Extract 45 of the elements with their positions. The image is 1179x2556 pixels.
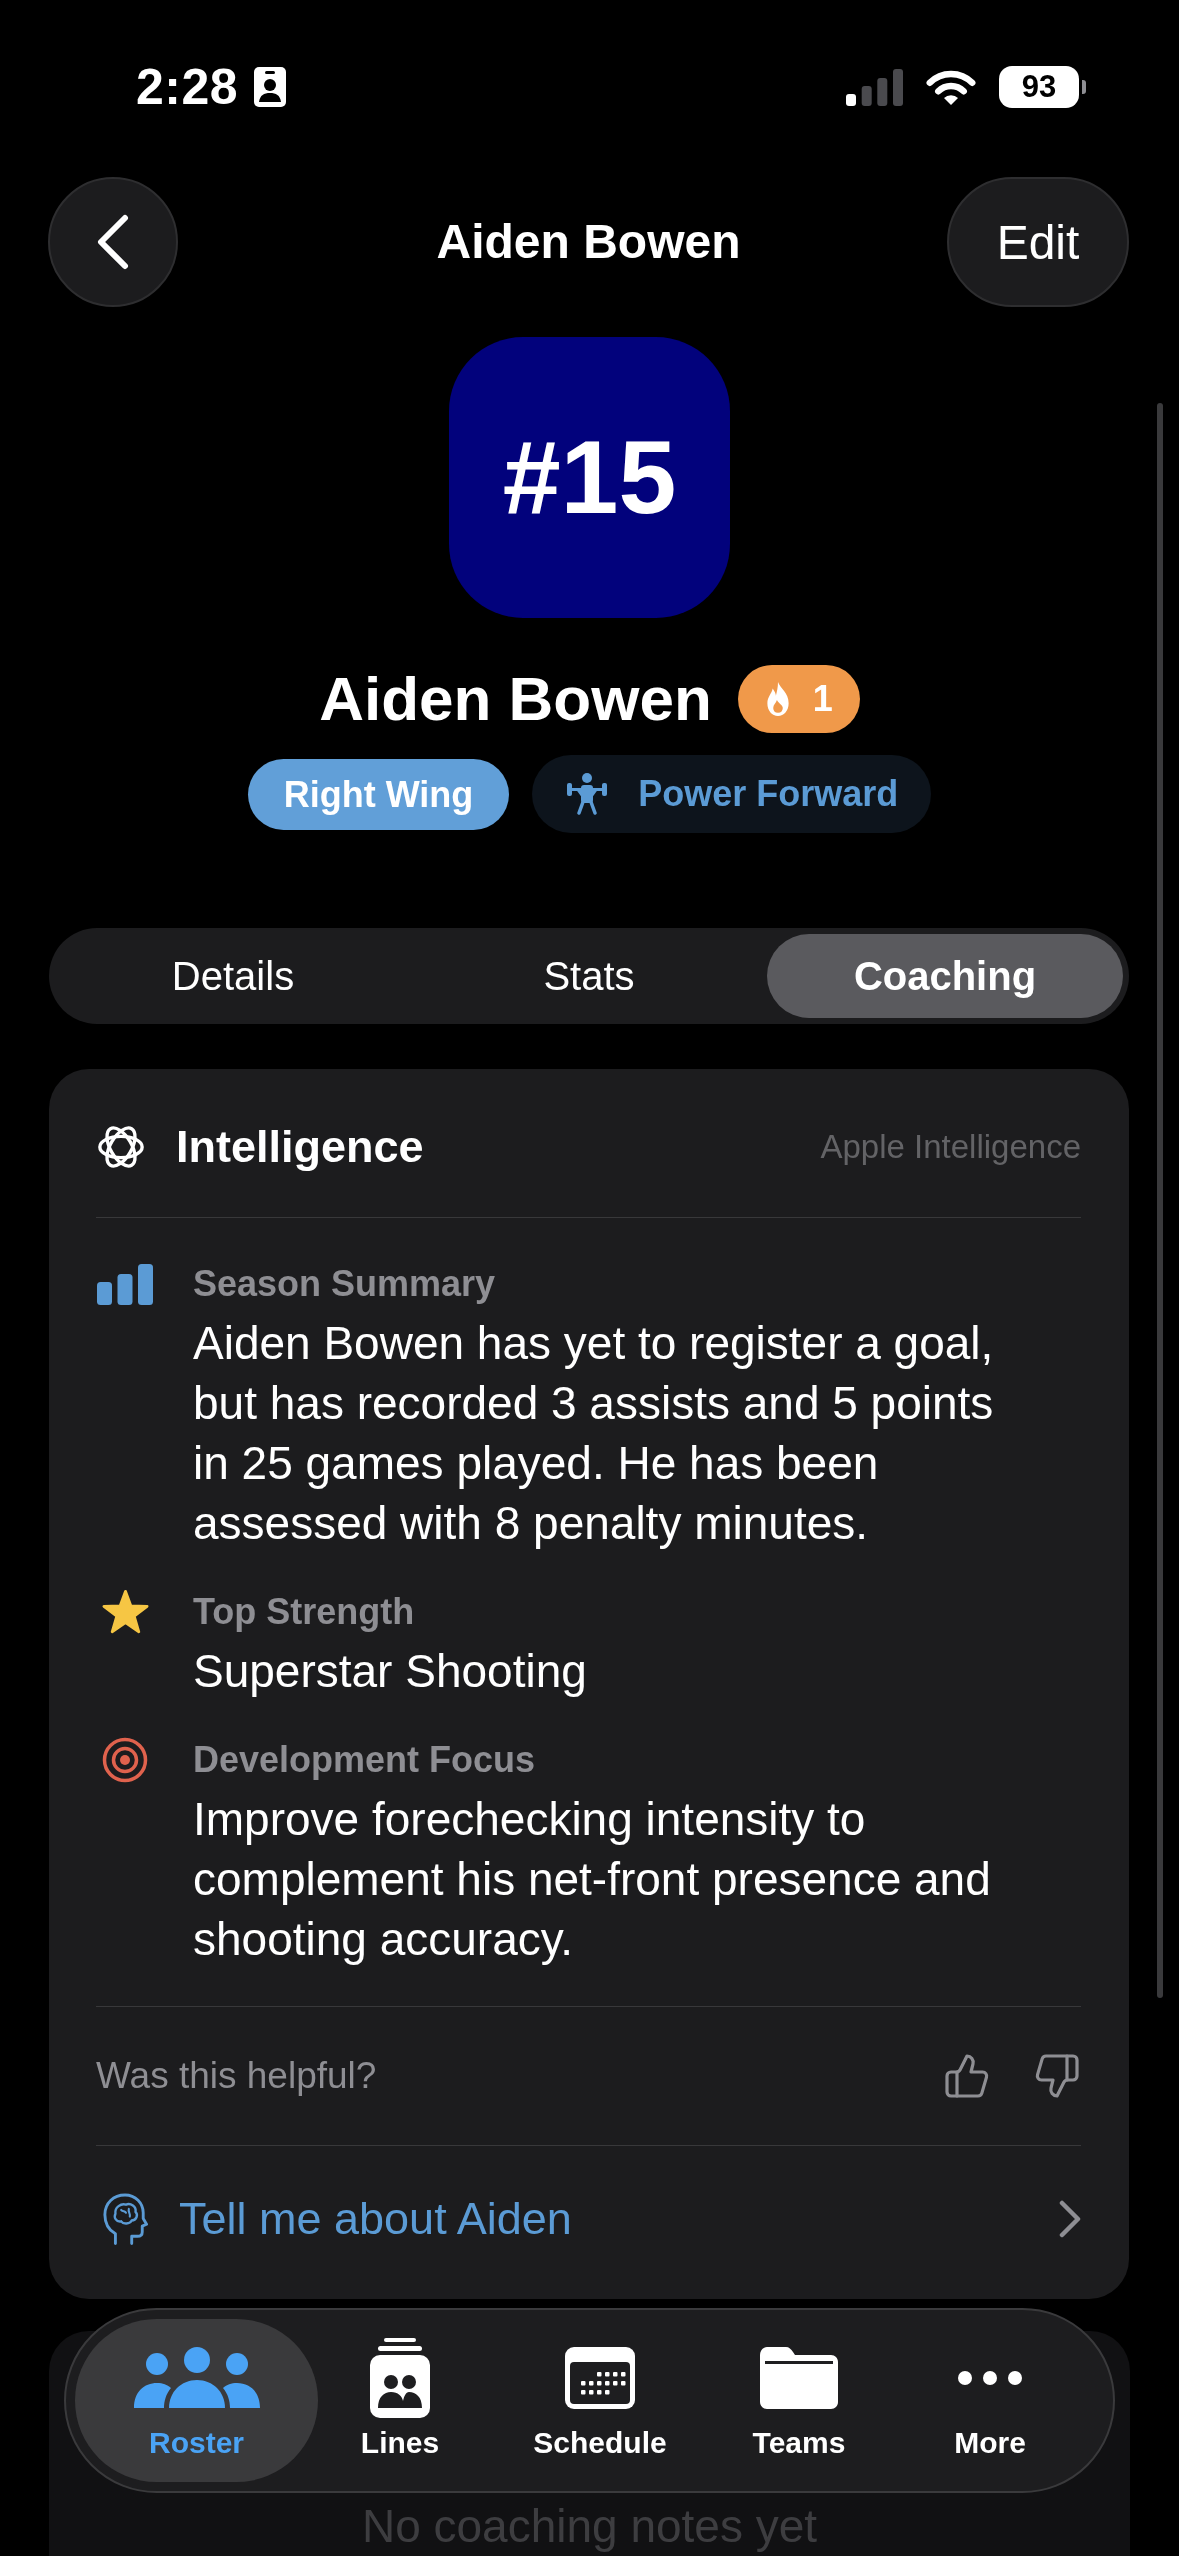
feedback-prompt: Was this helpful? <box>96 2054 378 2098</box>
weightlifter-icon <box>566 773 609 815</box>
head-with-brain-icon <box>102 2191 148 2246</box>
section-label: Season Summary <box>193 1262 497 1306</box>
tab-bar-item[interactable]: Teams <box>718 2319 880 2482</box>
status-time: 2:28 <box>136 62 239 112</box>
battery-indicator: 93 <box>999 66 1086 108</box>
flame-icon <box>764 682 791 716</box>
provider-label: Apple Intelligence <box>820 1127 1081 1167</box>
segment-tab[interactable]: Details <box>55 934 411 1018</box>
bar-chart-icon <box>97 1263 153 1305</box>
player-number-tile: #15 <box>449 337 730 618</box>
people-group-icon <box>131 2347 262 2409</box>
player-name: Aiden Bowen <box>319 663 712 735</box>
segment-tab[interactable]: Stats <box>411 934 767 1018</box>
target-icon <box>102 1737 148 1783</box>
contact-card-icon <box>254 67 287 107</box>
star-icon <box>100 1589 150 1635</box>
calendar-icon <box>565 2347 635 2409</box>
thumbs-up-icon[interactable] <box>943 2052 991 2100</box>
role-tag-label: Power Forward <box>638 772 899 816</box>
section-text: Aiden Bowen has yet to register a goal, but has recorded 3 assists and 5 points in 25 games played. He has been assessed with 8 penalty minutes. <box>193 1316 995 1551</box>
thumbs-down-icon[interactable] <box>1033 2052 1081 2100</box>
chevron-right-icon <box>1059 2199 1081 2238</box>
section-label: Development Focus <box>193 1738 537 1782</box>
folder-icon <box>760 2347 838 2409</box>
section-label: Top Strength <box>193 1590 416 1634</box>
tab-bar-item[interactable]: Roster <box>75 2319 318 2482</box>
card-title: Intelligence <box>176 1120 425 1174</box>
section-text: Improve forechecking intensity to complement his net-front presence and shooting accuracy. <box>193 1792 992 1967</box>
edit-button[interactable]: Edit <box>947 177 1129 307</box>
position-tag: Right Wing <box>247 758 510 830</box>
wifi-icon <box>925 68 977 106</box>
section-text: Superstar Shooting <box>193 1644 588 1699</box>
streak-count: 1 <box>812 679 833 719</box>
stacked-people-cards-icon <box>370 2338 430 2418</box>
tab-bar-item[interactable]: Schedule <box>482 2319 718 2482</box>
chevron-left-icon <box>97 214 129 270</box>
tab-bar-item[interactable]: Lines <box>318 2319 482 2482</box>
more-dots-icon <box>958 2371 1022 2385</box>
ask-about-player-button[interactable]: Tell me about Aiden <box>96 2145 1081 2291</box>
signal-bars-icon <box>846 68 903 106</box>
segment-tab[interactable]: Coaching <box>767 934 1123 1018</box>
nav-title: Aiden Bowen <box>435 214 742 270</box>
tab-bar-item[interactable]: More <box>880 2319 1100 2482</box>
